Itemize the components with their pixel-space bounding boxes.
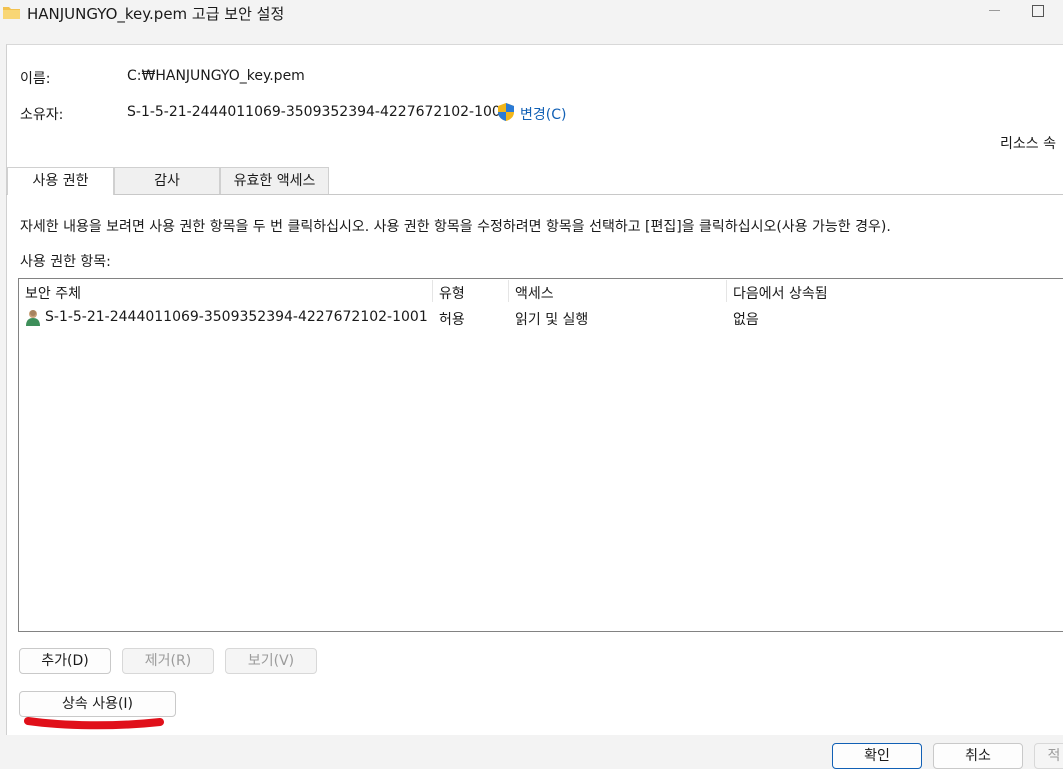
ok-button[interactable]: 확인 bbox=[832, 743, 922, 769]
column-inherited-from[interactable]: 다음에서 상속됨 bbox=[733, 283, 828, 303]
add-button[interactable]: 추가(D) bbox=[19, 648, 111, 674]
tab-auditing[interactable]: 감사 bbox=[114, 167, 220, 194]
uac-shield-icon bbox=[498, 103, 514, 121]
column-principal[interactable]: 보안 주체 bbox=[25, 283, 81, 303]
change-owner-link[interactable]: 변경(C) bbox=[520, 104, 566, 124]
name-value: C:₩HANJUNGYO_key.pem bbox=[127, 68, 305, 84]
column-access[interactable]: 액세스 bbox=[515, 283, 554, 303]
resource-text: 리소스 속 bbox=[1000, 136, 1056, 152]
folder-icon bbox=[3, 7, 20, 19]
red-underline-annotation bbox=[24, 717, 164, 730]
remove-button[interactable]: 제거(R) bbox=[122, 648, 214, 674]
title-bar: HANJUNGYO_key.pem 고급 보안 설정 bbox=[0, 0, 1063, 28]
apply-button[interactable]: 적 bbox=[1034, 743, 1063, 769]
column-separator bbox=[508, 280, 509, 302]
minimize-button[interactable] bbox=[980, 0, 1010, 28]
row-access: 읽기 및 실행 bbox=[515, 312, 589, 328]
row-inherited-from: 없음 bbox=[733, 312, 759, 328]
tab-effective-access[interactable]: 유효한 액세스 bbox=[220, 167, 329, 194]
column-separator bbox=[432, 280, 433, 302]
tab-permissions[interactable]: 사용 권한 bbox=[7, 167, 114, 195]
instructions-text: 자세한 내용을 보려면 사용 권한 항목을 두 번 클릭하십시오. 사용 권한 … bbox=[20, 219, 891, 235]
permission-entries-list[interactable]: 보안 주체 유형 액세스 다음에서 상속됨 S-1-5-21-244401106… bbox=[18, 278, 1063, 632]
view-button[interactable]: 보기(V) bbox=[225, 648, 317, 674]
column-separator bbox=[726, 280, 727, 302]
name-label: 이름: bbox=[20, 71, 51, 87]
user-icon bbox=[26, 310, 40, 326]
row-principal: S-1-5-21-2444011069-3509352394-422767210… bbox=[45, 309, 428, 325]
column-type[interactable]: 유형 bbox=[439, 283, 465, 303]
maximize-button[interactable] bbox=[1020, 0, 1060, 28]
cancel-button[interactable]: 취소 bbox=[933, 743, 1023, 769]
owner-value: S-1-5-21-2444011069-3509352394-422767210… bbox=[127, 104, 510, 120]
row-type: 허용 bbox=[439, 312, 465, 328]
permission-entries-label: 사용 권한 항목: bbox=[20, 254, 111, 270]
window-title: HANJUNGYO_key.pem 고급 보안 설정 bbox=[27, 5, 285, 23]
owner-label: 소유자: bbox=[20, 107, 64, 123]
